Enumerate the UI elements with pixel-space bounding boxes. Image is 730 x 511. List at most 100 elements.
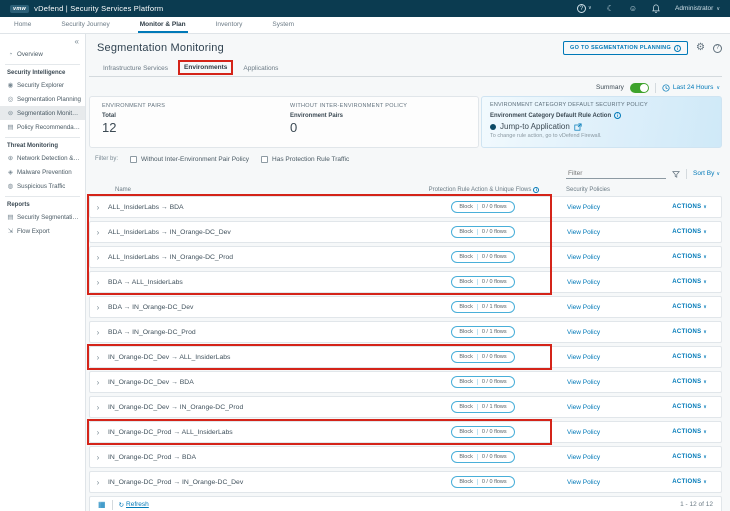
sidebar-item-policy-recommendations[interactable]: ▤ Policy Recommendations xyxy=(0,120,85,134)
expand-chevron-icon[interactable]: › xyxy=(90,328,106,337)
expand-chevron-icon[interactable]: › xyxy=(90,278,106,287)
nav-item[interactable]: Home xyxy=(12,17,33,33)
launch-icon[interactable] xyxy=(574,123,582,131)
tab-environments[interactable]: Environments xyxy=(178,60,233,75)
rule-action: Block xyxy=(459,479,472,485)
sidebar-item-flow-export[interactable]: ⇲ Flow Export xyxy=(0,224,85,238)
sidebar-item-security-segmentation-report[interactable]: ▤ Security Segmentation R... xyxy=(0,210,85,224)
view-policy-link[interactable]: View Policy xyxy=(567,479,600,486)
segmentation-planning-icon: ◎ xyxy=(7,95,14,103)
column-header-protection[interactable]: Protection Rule Action & Unique Flows xyxy=(429,187,532,193)
view-policy-link[interactable]: View Policy xyxy=(567,379,600,386)
sidebar-item-suspicious-traffic[interactable]: ◍ Suspicious Traffic xyxy=(0,179,85,193)
actions-dropdown[interactable]: ACTIONS ∨ xyxy=(672,329,707,335)
chevron-down-icon: ∨ xyxy=(703,354,707,360)
sidebar-item-segmentation-planning[interactable]: ◎ Segmentation Planning xyxy=(0,92,85,106)
actions-dropdown[interactable]: ACTIONS ∨ xyxy=(672,379,707,385)
info-icon[interactable]: i xyxy=(614,112,621,119)
dark-mode-icon[interactable]: ☾ xyxy=(607,5,614,13)
sidebar-item-network-detection[interactable]: ⊕ Network Detection & Res... xyxy=(0,151,85,165)
sidebar-item-segmentation-monitoring[interactable]: ⊚ Segmentation Monitoring xyxy=(0,106,85,120)
sidebar-item-security-explorer[interactable]: ◉ Security Explorer xyxy=(0,78,85,92)
actions-dropdown[interactable]: ACTIONS ∨ xyxy=(672,304,707,310)
help-menu[interactable]: ? ∨ xyxy=(577,4,592,13)
expand-chevron-icon[interactable]: › xyxy=(90,453,106,462)
nav-item[interactable]: System xyxy=(270,17,296,33)
settings-gear-icon[interactable]: ⚙ xyxy=(696,43,705,53)
actions-dropdown[interactable]: ACTIONS ∨ xyxy=(672,279,707,285)
view-policy-link[interactable]: View Policy xyxy=(567,354,600,361)
unique-flows: 0 / 0 flows xyxy=(477,229,507,235)
expand-chevron-icon[interactable]: › xyxy=(90,403,106,412)
info-icon[interactable]: i xyxy=(533,187,539,193)
sidebar-item-label: Suspicious Traffic xyxy=(17,183,65,190)
sidebar-item-malware-prevention[interactable]: ◈ Malware Prevention xyxy=(0,165,85,179)
notifications-bell-icon[interactable] xyxy=(652,4,660,13)
view-policy-link[interactable]: View Policy xyxy=(567,429,600,436)
expand-chevron-icon[interactable]: › xyxy=(90,203,106,212)
expand-chevron-icon[interactable]: › xyxy=(90,228,106,237)
sidebar-item-overview[interactable]: ◔ Overview xyxy=(0,48,85,61)
filter-checkbox[interactable]: Without Inter-Environment Pair Policy xyxy=(130,156,249,163)
expand-chevron-icon[interactable]: › xyxy=(90,378,106,387)
expand-chevron-icon[interactable]: › xyxy=(90,303,106,312)
rule-action-value: Jump-to Application xyxy=(500,122,570,131)
filter-by-label: Filter by: xyxy=(95,156,118,162)
filter-funnel-icon[interactable] xyxy=(672,170,680,178)
view-policy-link[interactable]: View Policy xyxy=(567,229,600,236)
sidebar-section-title: Threat Monitoring xyxy=(0,141,85,151)
app-title: vDefend | Security Services Platform xyxy=(34,4,163,13)
actions-dropdown[interactable]: ACTIONS ∨ xyxy=(672,204,707,210)
sidebar-item-label: Malware Prevention xyxy=(17,169,72,176)
suspicious-traffic-icon: ◍ xyxy=(7,182,14,190)
feedback-icon[interactable]: ☺ xyxy=(629,5,637,13)
actions-dropdown[interactable]: ACTIONS ∨ xyxy=(672,229,707,235)
environment-pairs-table: › ALL_InsiderLabs → BDA Block 0 / 0 flow… xyxy=(89,196,722,493)
page-help-icon[interactable]: ? xyxy=(713,44,722,53)
chevron-down-icon: ∨ xyxy=(703,379,707,385)
info-icon: i xyxy=(674,45,681,52)
column-header-policies[interactable]: Security Policies xyxy=(554,187,722,193)
expand-chevron-icon[interactable]: › xyxy=(90,428,106,437)
actions-dropdown[interactable]: ACTIONS ∨ xyxy=(672,429,707,435)
view-policy-link[interactable]: View Policy xyxy=(567,254,600,261)
nav-item[interactable]: Inventory xyxy=(214,17,245,33)
view-policy-link[interactable]: View Policy xyxy=(567,329,600,336)
actions-dropdown[interactable]: ACTIONS ∨ xyxy=(672,479,707,485)
summary-toggle[interactable] xyxy=(630,83,649,93)
actions-dropdown[interactable]: ACTIONS ∨ xyxy=(672,354,707,360)
sidebar-collapse-icon[interactable]: « xyxy=(75,37,79,46)
go-to-segmentation-planning-button[interactable]: GO TO SEGMENTATION PLANNING i xyxy=(563,41,688,55)
view-policy-link[interactable]: View Policy xyxy=(567,304,600,311)
rule-action: Block xyxy=(459,379,472,385)
security-segmentation-report-icon: ▤ xyxy=(7,213,14,221)
view-policy-link[interactable]: View Policy xyxy=(567,279,600,286)
user-menu[interactable]: Administrator ∨ xyxy=(675,5,720,12)
checkbox-icon xyxy=(130,156,137,163)
refresh-link[interactable]: ↻ Refresh xyxy=(119,501,149,509)
expand-chevron-icon[interactable]: › xyxy=(90,253,106,262)
nav-item[interactable]: Security Journey xyxy=(59,17,111,33)
view-policy-link[interactable]: View Policy xyxy=(567,454,600,461)
actions-dropdown[interactable]: ACTIONS ∨ xyxy=(672,454,707,460)
tab-applications[interactable]: Applications xyxy=(237,62,284,76)
filter-input[interactable] xyxy=(566,169,666,179)
view-policy-link[interactable]: View Policy xyxy=(567,204,600,211)
actions-dropdown[interactable]: ACTIONS ∨ xyxy=(672,254,707,260)
actions-dropdown[interactable]: ACTIONS ∨ xyxy=(672,404,707,410)
sidebar-divider xyxy=(5,137,80,138)
nav-item[interactable]: Monitor & Plan xyxy=(138,17,188,33)
column-header-name[interactable]: Name xyxy=(105,187,414,193)
expand-chevron-icon[interactable]: › xyxy=(90,353,106,362)
main-navbar: Home Security Journey Monitor & Plan Invent… xyxy=(0,17,730,34)
time-range-selector[interactable]: Last 24 Hours ∨ xyxy=(662,84,720,92)
column-settings-icon[interactable]: ▦ xyxy=(98,501,106,509)
unique-flows: 0 / 0 flows xyxy=(477,454,507,460)
sort-by-dropdown[interactable]: Sort By ∨ xyxy=(693,170,720,177)
tab-infrastructure-services[interactable]: Infrastructure Services xyxy=(97,62,174,76)
filter-checkbox[interactable]: Has Protection Rule Traffic xyxy=(261,156,349,163)
protection-rule-pill: Block 0 / 0 flows xyxy=(451,476,514,488)
view-policy-link[interactable]: View Policy xyxy=(567,404,600,411)
expand-chevron-icon[interactable]: › xyxy=(90,478,106,487)
chevron-down-icon: ∨ xyxy=(703,229,707,235)
